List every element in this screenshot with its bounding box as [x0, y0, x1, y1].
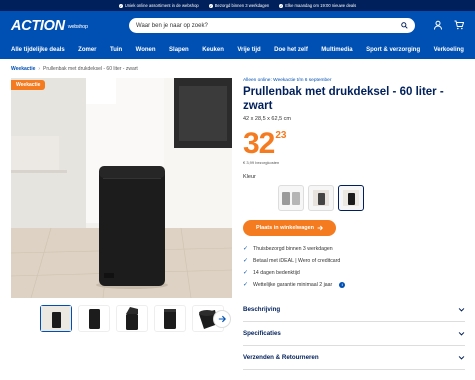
check-icon: ✓ — [243, 246, 249, 252]
breadcrumb-current: Prullenbak met drukdeksel - 60 liter - z… — [43, 65, 138, 72]
check-icon: ✓ — [118, 3, 123, 8]
add-to-cart-button[interactable]: Plaats in winkelwagen — [243, 220, 336, 236]
account-icon[interactable] — [433, 20, 443, 30]
thumbnail-image — [41, 306, 71, 331]
color-swatch-3-selected[interactable] — [338, 185, 364, 211]
product-dimensions: 42 x 28,5 x 62,5 cm — [243, 116, 291, 122]
weekactie-badge: Weekactie — [11, 80, 46, 90]
color-swatch-1[interactable] — [278, 185, 304, 211]
check-icon: ✓ — [208, 3, 213, 8]
price-cents: 23 — [275, 130, 287, 141]
check-icon: ✓ — [243, 270, 249, 276]
chevron-down-icon — [458, 356, 465, 360]
next-image-button[interactable] — [213, 310, 231, 328]
usp-row: ✓ Betaal met iDEAL | Wero of creditcard — [243, 257, 341, 265]
usp-row: ✓ Wettelijke garantie minimaal 2 jaar i — [243, 281, 346, 288]
thumbnail-2[interactable] — [78, 305, 110, 332]
arrow-right-icon — [317, 225, 324, 231]
color-label: Kleur — [243, 174, 256, 180]
breadcrumb: Weekactie › Prullenbak met drukdeksel - … — [0, 59, 475, 78]
chevron-down-icon — [458, 308, 465, 312]
accordion-title: Specificaties — [243, 330, 281, 337]
accordion-specificaties[interactable]: Specificaties — [243, 330, 465, 346]
add-to-cart-label: Plaats in winkelwagen — [255, 225, 315, 231]
usp-item: ✓ Elke maandag om 19:00 nieuwe deals — [279, 3, 357, 8]
usp-item: ✓ Uniek online assortiment in de webshop — [118, 3, 199, 8]
usp-row: ✓ 14 dagen bedenktijd — [243, 269, 300, 277]
nav-item-keuken[interactable]: Keuken — [202, 47, 224, 53]
accordion-verzenden[interactable]: Verzenden & Retourneren — [243, 354, 465, 370]
logo-subtitle: webshop — [67, 24, 88, 30]
accordion-title: Verzenden & Retourneren — [243, 354, 319, 361]
search-input[interactable]: Waar ben je naar op zoek? — [129, 18, 415, 33]
nav-item-slapen[interactable]: Slapen — [169, 47, 189, 53]
thumbnail-1[interactable] — [40, 305, 72, 332]
nav-item-zomer[interactable]: Zomer — [78, 47, 96, 53]
delivery-cost-note: € 3,99 bezorgkosten — [243, 160, 280, 165]
check-icon: ✓ — [243, 282, 249, 288]
nav-item-tuin[interactable]: Tuin — [110, 47, 122, 53]
thumbnail-image — [89, 309, 100, 329]
search-placeholder: Waar ben je naar op zoek? — [136, 22, 208, 29]
swatch-image — [343, 190, 359, 206]
chevron-down-icon — [458, 332, 465, 336]
product-usp-list: ✓ Thuisbezorgd binnen 3 werkdagen ✓ Betaal… — [243, 245, 346, 288]
main-nav: Alle tijdelijke deals Zomer Tuin Wonen S… — [0, 41, 475, 59]
check-icon: ✓ — [279, 3, 284, 8]
nav-item-sport[interactable]: Sport & verzorging — [366, 47, 420, 53]
info-icon[interactable]: i — [339, 281, 346, 288]
nav-item-doe-het-zelf[interactable]: Doe het zelf — [274, 47, 308, 53]
usp-item: ✓ Bezorgd binnen 3 werkdagen — [208, 3, 270, 8]
thumbnail-strip — [40, 305, 224, 332]
cart-icon[interactable] — [454, 20, 464, 30]
thumbnail-3[interactable] — [116, 305, 148, 332]
arrow-right-icon — [218, 315, 226, 323]
color-swatch-2[interactable] — [308, 185, 334, 211]
price-euros: 32 — [243, 127, 275, 160]
nav-item-wonen[interactable]: Wonen — [136, 47, 156, 53]
logo-text: ACTION — [11, 18, 65, 34]
search-icon[interactable] — [401, 22, 408, 29]
breadcrumb-separator: › — [38, 65, 41, 72]
swatch-image — [282, 192, 300, 205]
nav-item-multimedia[interactable]: Multimedia — [321, 47, 352, 53]
breadcrumb-link[interactable]: Weekactie — [11, 66, 35, 72]
product-details: Alleen online: Weekactie t/m 6 september… — [243, 78, 465, 288]
logo[interactable]: ACTION webshop — [11, 18, 116, 34]
online-note: Alleen online: Weekactie t/m 6 september — [243, 78, 332, 83]
nav-item-vrije-tijd[interactable]: Vrije tijd — [237, 47, 260, 53]
check-icon: ✓ — [243, 258, 249, 264]
site-header: ACTION webshop Waar ben je naar op zoek? — [0, 11, 475, 41]
product-main-image[interactable] — [11, 78, 232, 298]
accordion-beschrijving[interactable]: Beschrijving — [243, 306, 465, 322]
accordion-title: Beschrijving — [243, 306, 281, 313]
color-swatches — [278, 185, 364, 211]
price: 32 23 — [243, 127, 465, 160]
usp-bar: ✓ Uniek online assortiment in de webshop … — [0, 0, 475, 11]
usp-row: ✓ Thuisbezorgd binnen 3 werkdagen — [243, 245, 333, 253]
thumbnail-image — [164, 309, 176, 329]
swatch-image — [313, 190, 329, 206]
room-scene-image — [11, 78, 232, 298]
nav-item-verkoeling[interactable]: Verkoeling — [434, 47, 464, 53]
product-title: Prullenbak met drukdeksel - 60 liter - z… — [243, 86, 444, 112]
thumbnail-image — [126, 307, 138, 330]
nav-item-deals[interactable]: Alle tijdelijke deals — [11, 47, 65, 53]
thumbnail-4[interactable] — [154, 305, 186, 332]
